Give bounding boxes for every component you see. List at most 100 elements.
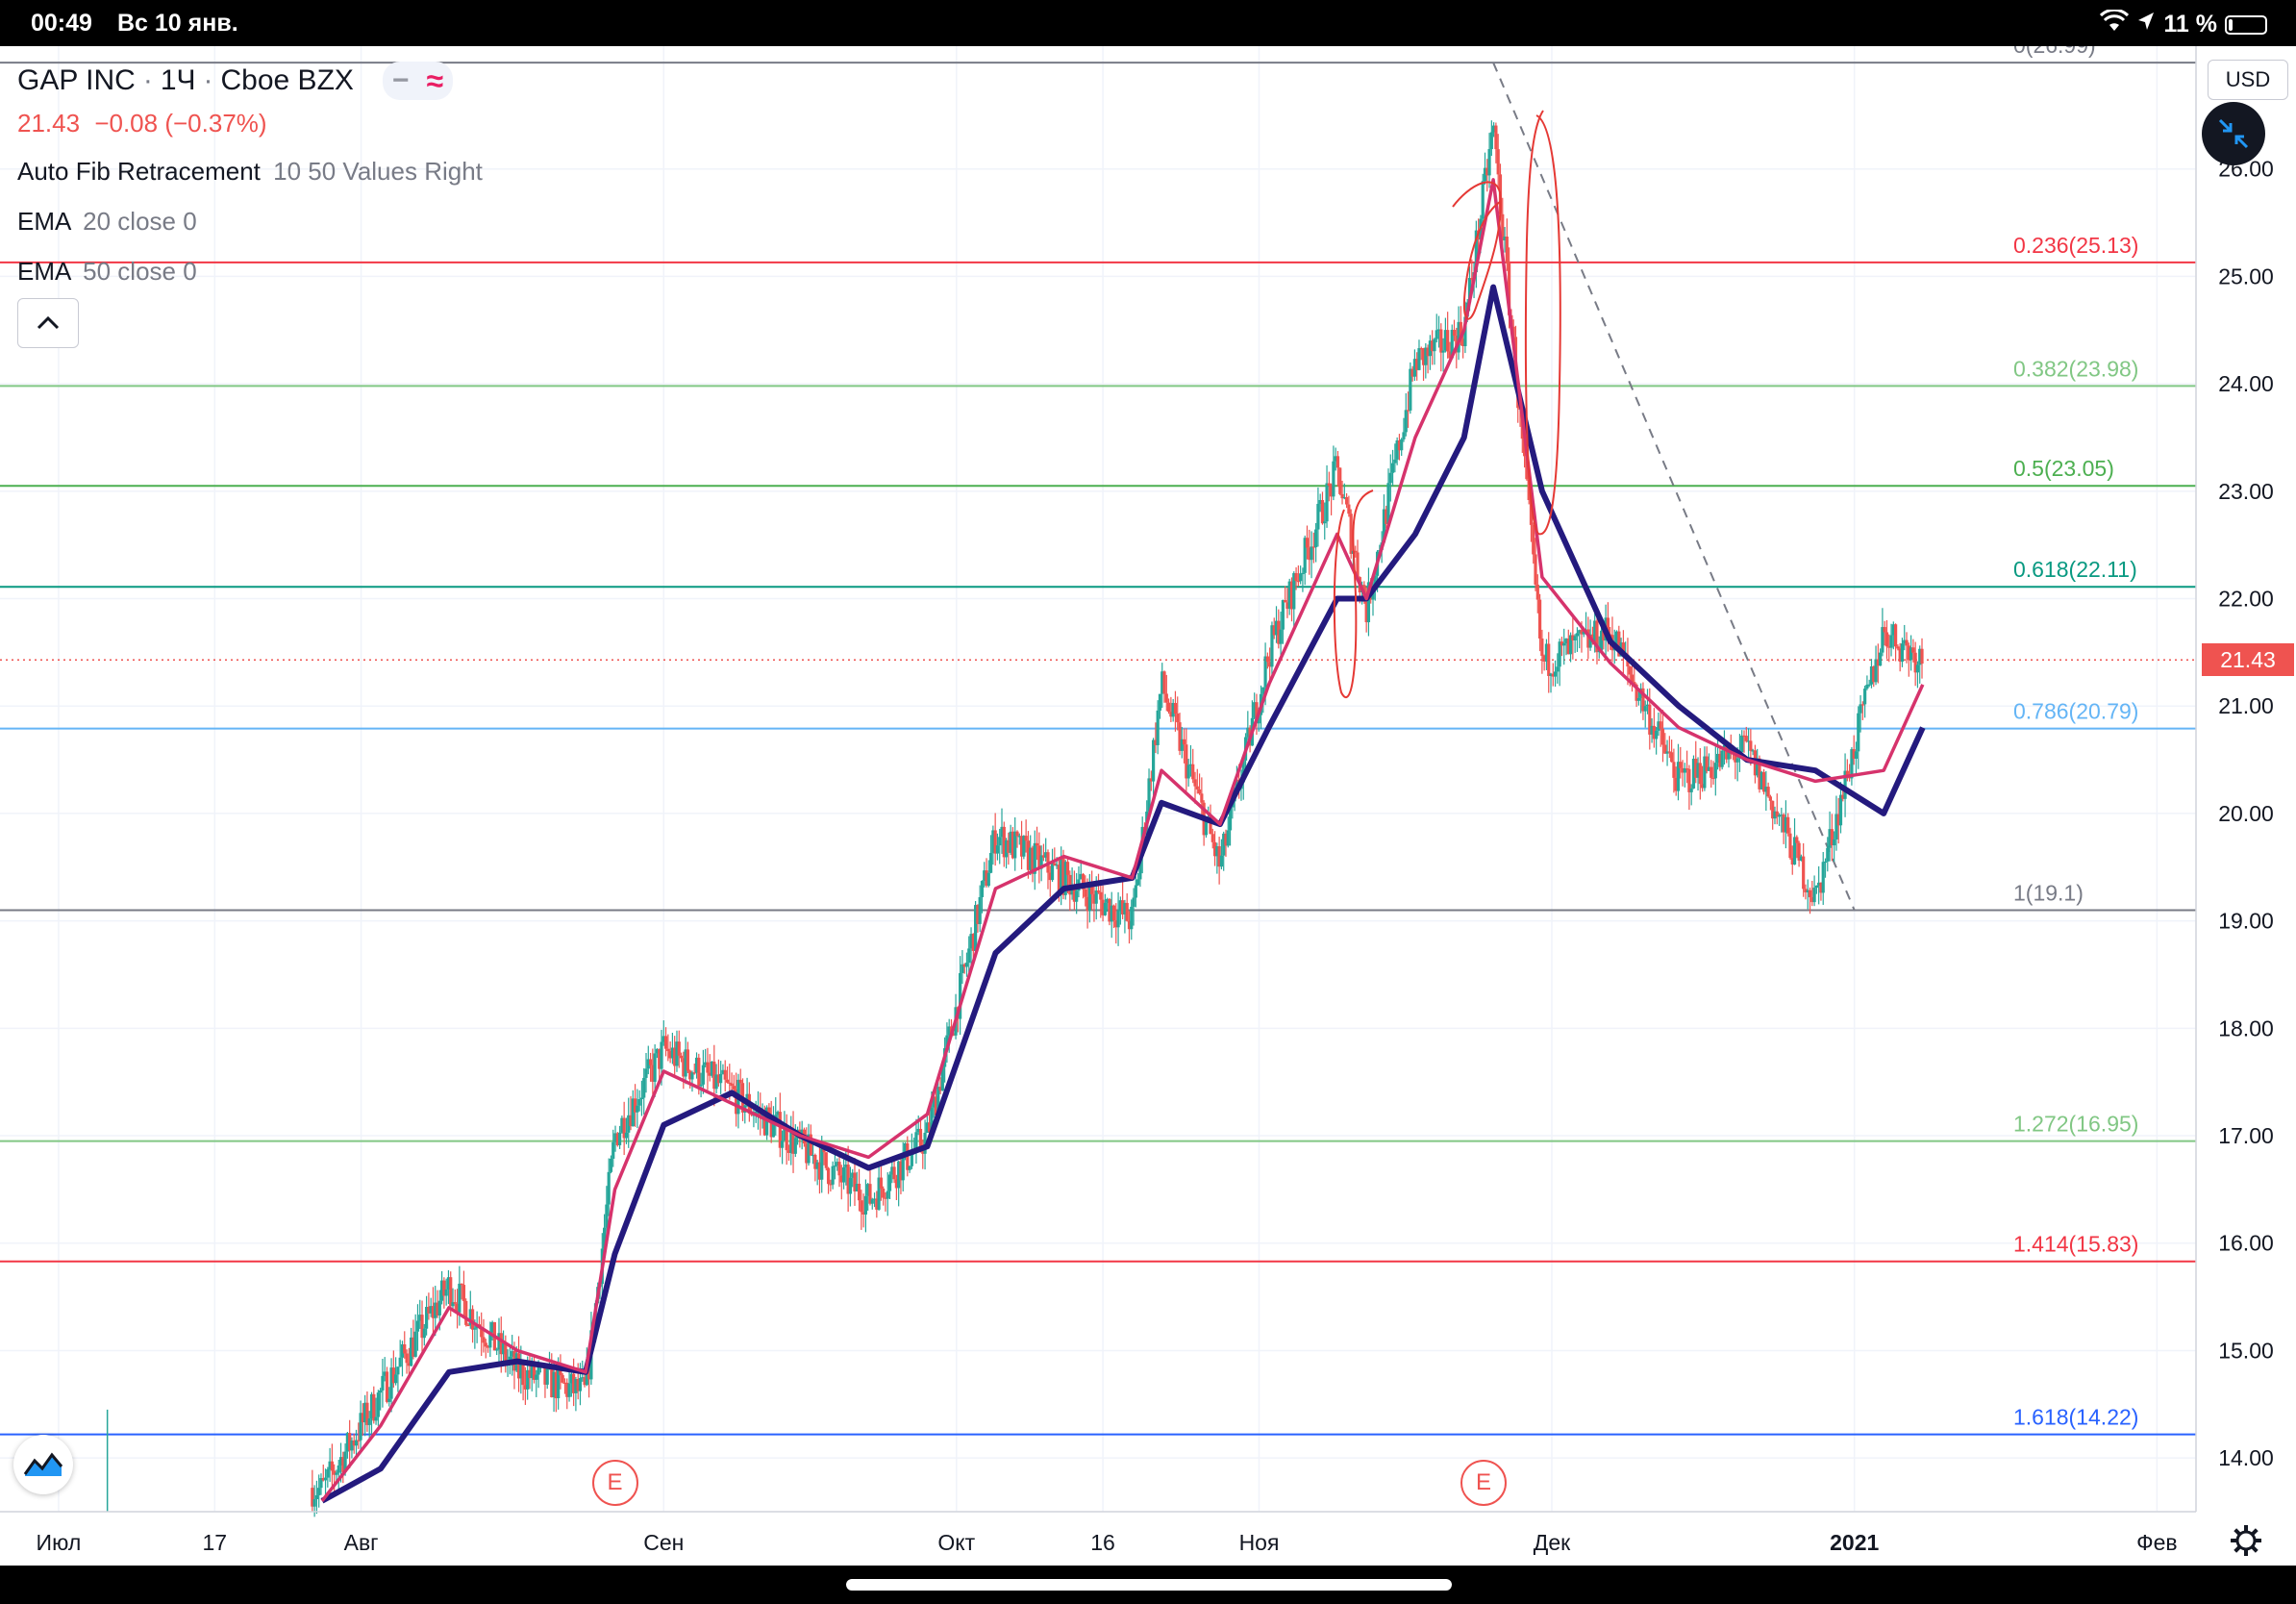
indicator-ema20[interactable]: EMA 20 close 0 <box>17 207 197 237</box>
candle-body <box>1749 740 1753 751</box>
candle-body <box>1786 816 1790 834</box>
candle-body <box>848 1177 853 1194</box>
candle-body <box>1905 639 1909 646</box>
chart-settings-button[interactable] <box>2227 1521 2265 1560</box>
candle-body <box>1487 149 1491 176</box>
candle-body <box>1808 890 1812 898</box>
symbol-name: GAP INC <box>17 64 136 96</box>
indicator-name: EMA <box>17 257 70 286</box>
candle-body <box>914 1132 918 1150</box>
candle-body <box>1156 710 1160 745</box>
symbol-header[interactable]: GAP INC · 1Ч · Cboe BZX − ≈ <box>17 62 453 100</box>
earnings-marker[interactable]: E <box>591 1460 638 1506</box>
candle-body <box>1388 472 1392 484</box>
exit-fullscreen-button[interactable] <box>2202 102 2265 165</box>
candle-body <box>738 1079 742 1084</box>
time-axis-label: Ноя <box>1239 1530 1280 1555</box>
tradingview-logo-button[interactable] <box>13 1435 73 1494</box>
candle-body <box>679 1055 684 1059</box>
candle-body <box>484 1342 487 1347</box>
candle-body <box>578 1378 583 1391</box>
interval: 1Ч <box>160 64 196 96</box>
candle-body <box>1915 664 1920 673</box>
home-indicator[interactable] <box>846 1579 1452 1591</box>
candle-body <box>719 1073 723 1084</box>
indicator-fib[interactable]: Auto Fib Retracement 10 50 Values Right <box>17 157 483 187</box>
candle-body <box>1075 890 1079 902</box>
indicator-ema50[interactable]: EMA 50 close 0 <box>17 257 197 287</box>
ema20-line <box>320 178 1925 1502</box>
candle-body <box>1164 693 1168 703</box>
candle-body <box>642 1077 646 1098</box>
candle-body <box>998 837 1002 846</box>
price-axis-label: 19.00 <box>2218 909 2274 934</box>
axes: 14.00 15.00 16.00 17.00 18.00 19.00 20.00 21.00… <box>0 46 2274 1555</box>
candle-body <box>639 1097 644 1100</box>
price-axis-label: 24.00 <box>2218 371 2274 396</box>
candle-body <box>1713 763 1717 779</box>
candle-body <box>1489 132 1493 150</box>
candle-body <box>1226 830 1230 846</box>
price-axis-label: 18.00 <box>2218 1015 2274 1040</box>
candle-body <box>460 1283 463 1286</box>
candle-body <box>1294 573 1298 582</box>
candle-body <box>1176 714 1180 723</box>
candle-body <box>1305 538 1310 548</box>
candle-body <box>1823 861 1828 864</box>
collapse-legend-button[interactable] <box>17 298 79 348</box>
candle-body <box>403 1343 407 1354</box>
currency-button[interactable]: USD <box>2208 60 2288 100</box>
candle-body <box>482 1337 486 1343</box>
candle-body <box>1735 758 1739 763</box>
candle-body <box>1821 862 1825 893</box>
price-axis-label: 14.00 <box>2218 1445 2274 1470</box>
candle-body <box>609 1158 613 1172</box>
candle-body <box>863 1195 868 1215</box>
candle-body <box>1050 863 1055 881</box>
grid-lines <box>0 46 2196 1512</box>
candle-body <box>964 963 969 967</box>
candle-body <box>413 1331 417 1357</box>
candle-body <box>1310 546 1313 561</box>
candle-body <box>624 1132 629 1139</box>
candle-body <box>1111 905 1116 921</box>
candle-body <box>1537 599 1542 639</box>
battery-icon <box>2225 14 2267 35</box>
candle-body <box>422 1328 426 1339</box>
ema-lines <box>320 178 1926 1504</box>
candle-body <box>1744 736 1748 741</box>
earnings-marker[interactable]: E <box>1460 1460 1507 1506</box>
candle-body <box>1404 410 1408 433</box>
candle-body <box>1035 842 1039 846</box>
candle-body <box>824 1152 828 1168</box>
price-axis-label: 23.00 <box>2218 479 2274 504</box>
approx-icon[interactable]: ≈ <box>426 63 443 99</box>
candle-body <box>1768 796 1773 801</box>
candle-body <box>1191 764 1195 780</box>
price-chart[interactable]: 0(26.99) 0.236(25.13) 0.382(23.98) 0.5(23.0… <box>0 46 2296 1566</box>
candle-body <box>466 1324 470 1327</box>
candle-body <box>1265 656 1269 663</box>
collapse-arrows-icon <box>2218 118 2249 149</box>
candle-body <box>444 1289 448 1296</box>
candle-body <box>379 1390 383 1393</box>
candle-body <box>464 1300 468 1325</box>
drawing-loop <box>1524 110 1561 536</box>
candle-body <box>1281 600 1285 630</box>
candle-body <box>317 1488 321 1495</box>
candle-body <box>837 1162 841 1176</box>
candle-body <box>793 1138 797 1154</box>
candle-body <box>995 845 1000 854</box>
time-axis-label: 17 <box>203 1530 228 1555</box>
quick-actions[interactable]: − ≈ <box>382 62 453 100</box>
exchange: Cboe BZX <box>220 64 354 96</box>
candle-body <box>1556 666 1560 672</box>
price-axis-label: 17.00 <box>2218 1123 2274 1148</box>
candle-body <box>1883 627 1886 633</box>
candle-body <box>1884 632 1889 647</box>
chevron-up-icon <box>37 315 60 330</box>
battery-text: 11 % <box>2163 11 2217 38</box>
minus-icon[interactable]: − <box>392 64 410 97</box>
candle-body <box>607 1171 611 1205</box>
candle-body <box>908 1165 911 1170</box>
